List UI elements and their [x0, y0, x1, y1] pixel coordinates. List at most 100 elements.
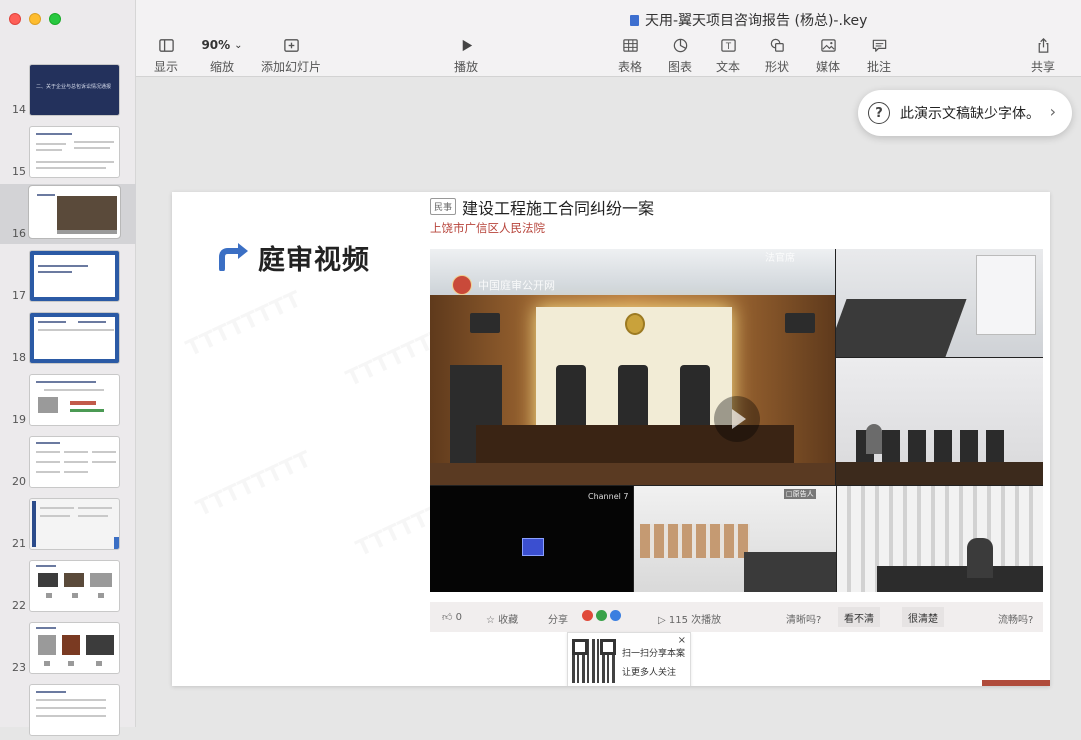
case-title: 建设工程施工合同纠纷一案 — [462, 199, 655, 218]
clear-label: 很清楚 — [908, 614, 938, 625]
favorite-label: 收藏 — [498, 615, 519, 626]
zoom-value-text: 90% — [201, 38, 231, 52]
thumbnail-title: 二、关于企业与总包诉讼情况通报 — [36, 84, 112, 90]
share-button[interactable]: 共享 — [1013, 36, 1073, 75]
favorite-button[interactable]: ☆ 收藏 — [486, 611, 518, 626]
slide-thumbnail-row[interactable]: 22 — [0, 558, 136, 616]
like-button[interactable]: 👍︎ 0 — [442, 611, 462, 623]
camera-view-middle-right — [836, 358, 1043, 485]
slide-thumbnail[interactable] — [29, 684, 120, 736]
zoom-label: 缩放 — [209, 60, 234, 74]
slide-thumbnail-row[interactable]: 23 — [0, 620, 136, 678]
camera-view-top-right — [836, 249, 1043, 357]
comment-label: 批注 — [866, 60, 891, 74]
slide-number: 19 — [12, 413, 26, 426]
qq-icon[interactable] — [610, 610, 621, 621]
slide-thumbnail[interactable] — [29, 312, 120, 364]
slide-thumbnail-row-selected[interactable]: 16 — [0, 184, 136, 244]
play-icon — [436, 36, 496, 54]
missing-fonts-notice[interactable]: ? 此演示文稿缺少字体。 › — [858, 90, 1072, 136]
slide-number: 20 — [12, 475, 26, 488]
view-label: 显示 — [153, 60, 178, 74]
slide-number: 22 — [12, 599, 26, 612]
camera-cell-label: □原告人 — [784, 489, 816, 499]
thumbs-up-icon: 👍︎ — [442, 612, 453, 623]
video-brand: 中国庭审公开网 — [452, 275, 555, 295]
slide-thumbnail-row[interactable] — [0, 682, 136, 740]
national-emblem-icon — [625, 313, 645, 335]
fullscreen-window-button[interactable] — [49, 13, 61, 25]
qr-line-2: 让更多人关注 — [622, 668, 677, 678]
clear-button[interactable]: 很清楚 — [902, 607, 944, 627]
camera-view-bottom-right — [837, 486, 1043, 592]
share-label: 共享 — [1030, 60, 1055, 74]
qr-line-1: 扫一扫分享本案 — [622, 649, 686, 659]
weibo-icon[interactable] — [582, 610, 593, 621]
comment-button[interactable]: 批注 — [849, 36, 909, 75]
question-circle-icon: ? — [868, 102, 890, 124]
main-camera-view: 中国庭审公开网 法官席 — [430, 249, 835, 485]
play-count-suffix: 次播放 — [691, 615, 722, 626]
slide-number: 21 — [12, 537, 26, 550]
share-options — [582, 610, 624, 622]
add-slide-label: 添加幻灯片 — [260, 60, 321, 74]
minimize-window-button[interactable] — [29, 13, 41, 25]
slide-number: 14 — [12, 103, 26, 116]
toolbar: 天用-翼天项目咨询报告 (杨总)-.key 显示 90% ⌄ 缩放 添加幻灯片 … — [136, 0, 1081, 77]
slide-thumbnail-row[interactable]: 20 — [0, 434, 136, 492]
close-icon[interactable]: × — [678, 635, 686, 646]
play-icon[interactable] — [714, 396, 760, 442]
slide-thumbnail-row[interactable]: 14 二、关于企业与总包诉讼情况通报 — [0, 62, 136, 120]
slide-thumbnail-row[interactable]: 18 — [0, 310, 136, 368]
slide-heading: 庭审视频 — [216, 238, 370, 277]
channel-label: Channel 7 — [588, 492, 629, 501]
slide-thumbnail[interactable] — [29, 250, 120, 302]
chevron-down-icon: ⌄ — [234, 39, 243, 51]
unclear-label: 看不清 — [844, 614, 874, 625]
play-count: ▷ 115 次播放 — [658, 611, 721, 626]
slide-thumbnail[interactable] — [29, 560, 120, 612]
qr-code — [572, 639, 616, 683]
slide-thumbnail[interactable] — [29, 622, 120, 674]
slide-thumbnail[interactable]: 二、关于企业与总包诉讼情况通报 — [29, 64, 120, 116]
add-slide-icon — [260, 36, 322, 54]
slide-thumbnail[interactable] — [29, 374, 120, 426]
qr-share-popup: 扫一扫分享本案 让更多人关注 × — [567, 632, 691, 686]
slide-thumbnail-row[interactable]: 15 — [0, 124, 136, 182]
slide-thumbnail[interactable] — [29, 498, 120, 550]
view-button[interactable]: 显示 — [136, 36, 196, 75]
zoom-menu[interactable]: 90% ⌄ 缩放 — [192, 36, 252, 75]
no-signal-icon — [522, 538, 544, 556]
slide-thumbnail-row[interactable]: 19 — [0, 372, 136, 430]
play-button[interactable]: 播放 — [436, 36, 496, 75]
play-label: 播放 — [453, 60, 478, 74]
smooth-question: 流畅吗? — [998, 615, 1034, 626]
like-count: 0 — [455, 612, 463, 623]
sidebar-icon — [136, 36, 196, 54]
slide-thumbnail-row[interactable]: 17 — [0, 248, 136, 306]
current-slide[interactable]: TTTTTTTT TTTTTTTT TTTTTTTT TTTTTTTT 庭审视频… — [172, 192, 1050, 686]
wechat-icon[interactable] — [596, 610, 607, 621]
svg-text:T: T — [724, 41, 731, 51]
slide-number: 15 — [12, 165, 26, 178]
video-brand-text: 中国庭审公开网 — [478, 279, 555, 292]
keynote-document-icon — [630, 14, 639, 26]
add-slide-button[interactable]: 添加幻灯片 — [260, 36, 322, 75]
watermark: TTTTTTTT — [183, 287, 306, 362]
close-window-button[interactable] — [9, 13, 21, 25]
star-icon: ☆ — [486, 615, 495, 626]
slide-number: 17 — [12, 289, 26, 302]
slide-number: 16 — [12, 227, 26, 240]
comment-icon — [849, 36, 909, 54]
camera-view-bottom-middle: □原告人 — [634, 486, 836, 592]
clarity-question: 清晰吗? — [786, 615, 822, 626]
slide-thumbnail[interactable] — [29, 126, 120, 178]
unclear-button[interactable]: 看不清 — [838, 607, 880, 627]
slide-thumbnail[interactable] — [28, 185, 121, 239]
slide-thumbnail[interactable] — [29, 436, 120, 488]
slide-thumbnail-row[interactable]: 21 — [0, 496, 136, 554]
video-action-bar: 👍︎ 0 ☆ 收藏 分享 ▷ 115 次播放 清晰吗? 看不清 很清楚 流畅吗? — [430, 602, 1043, 632]
trial-video-player[interactable]: 中国庭审公开网 法官席 Channel 7 □原告人 — [430, 249, 1043, 592]
court-logo-icon — [452, 275, 472, 295]
decorative-bar — [982, 680, 1050, 686]
